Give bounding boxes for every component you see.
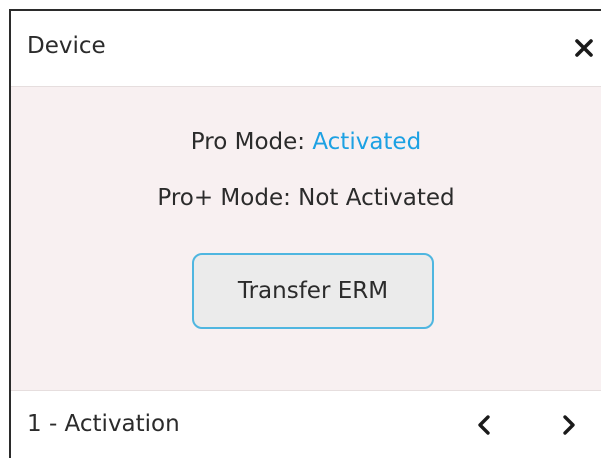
chevron-right-icon [563, 415, 575, 435]
pro-mode-status: Pro Mode: Activated [11, 129, 601, 155]
pro-mode-label: Pro Mode: [190, 129, 313, 155]
close-button[interactable] [573, 37, 595, 59]
device-panel: Device Pro Mode: Activated Pro+ Mode: No… [9, 9, 601, 458]
panel-header: Device [11, 11, 601, 87]
panel-body: Pro Mode: Activated Pro+ Mode: Not Activ… [11, 87, 601, 390]
panel-title: Device [27, 33, 106, 59]
step-label: 1 - Activation [27, 411, 180, 437]
close-icon [575, 39, 593, 57]
panel-footer: 1 - Activation [11, 390, 601, 458]
chevron-left-icon [478, 415, 490, 435]
transfer-erm-button[interactable]: Transfer ERM [192, 253, 434, 329]
pro-plus-mode-status: Pro+ Mode: Not Activated [157, 185, 455, 211]
previous-button[interactable] [473, 413, 497, 437]
pro-mode-value: Activated [312, 129, 422, 155]
next-button[interactable] [556, 413, 580, 437]
